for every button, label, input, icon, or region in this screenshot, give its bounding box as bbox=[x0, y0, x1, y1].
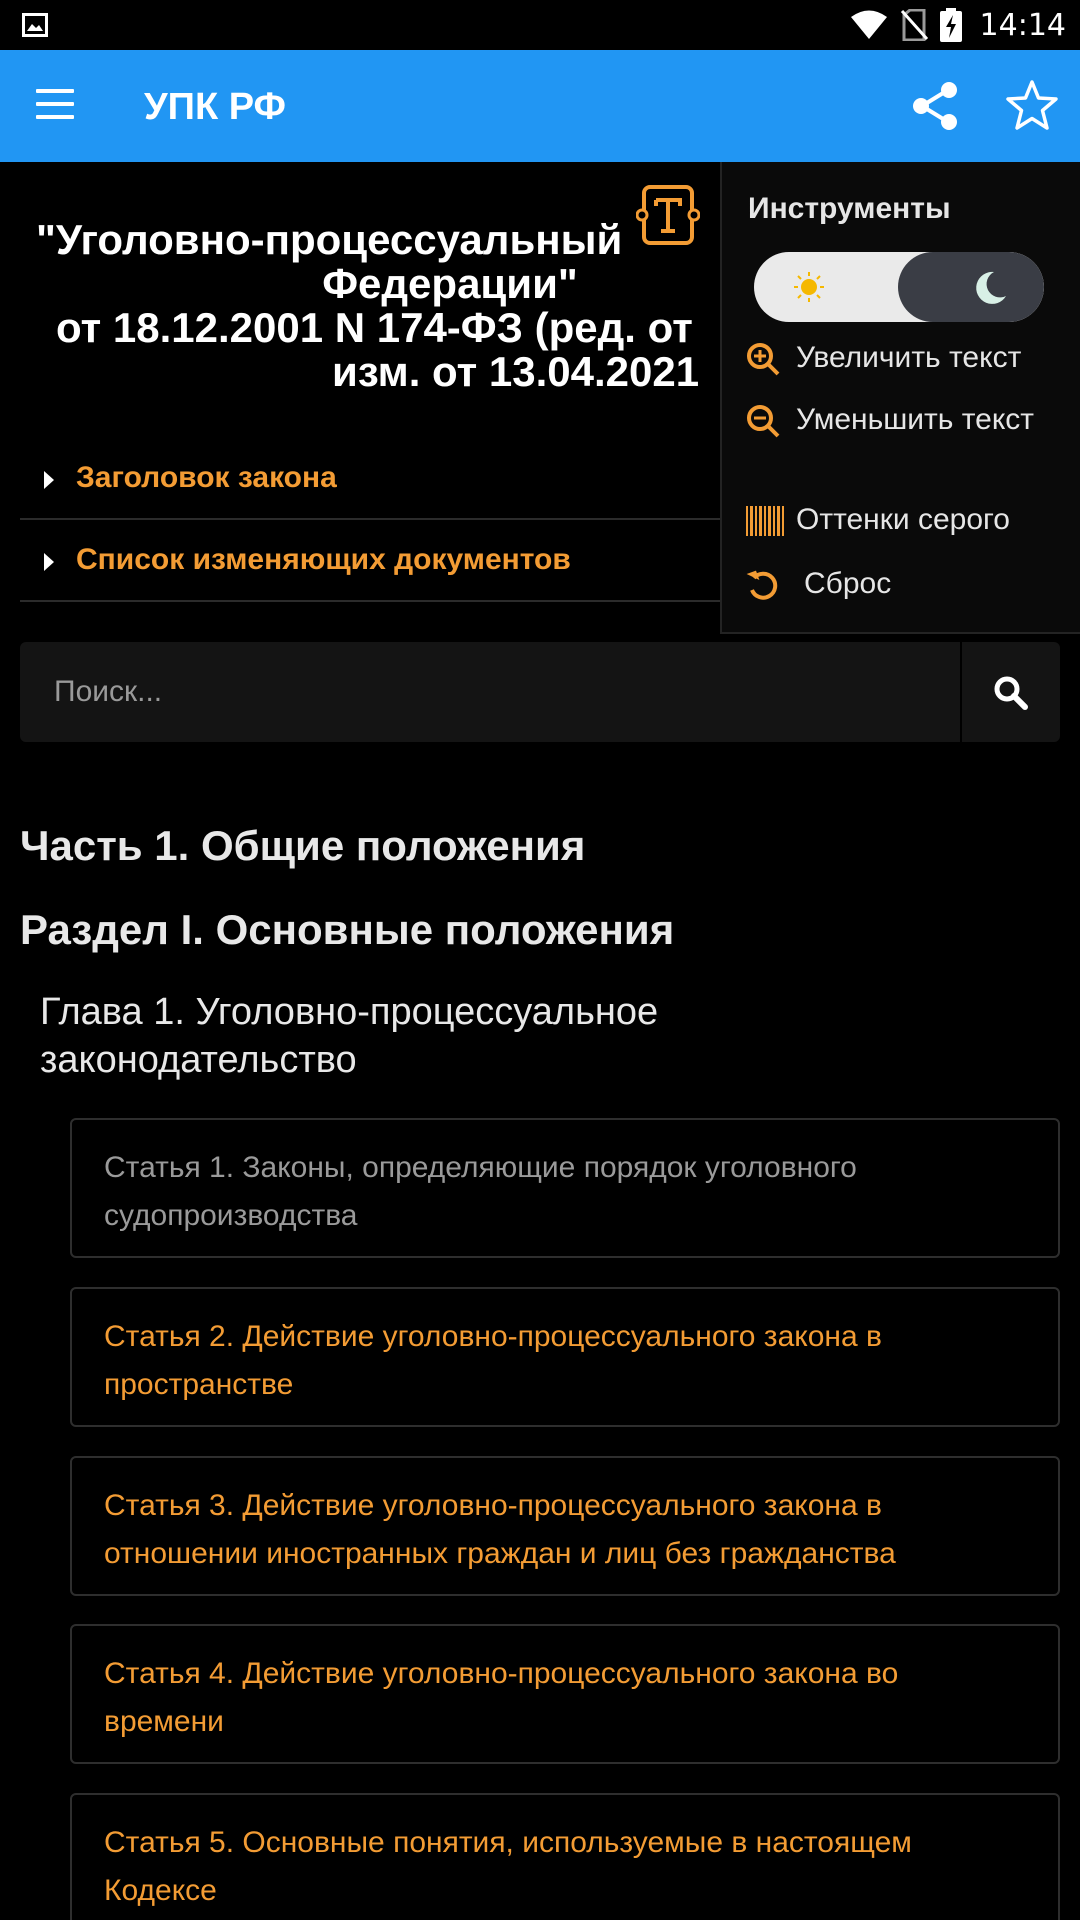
search-input[interactable] bbox=[20, 642, 960, 742]
article-link[interactable]: Статья 1. Законы, определяющие порядок у… bbox=[70, 1118, 1060, 1258]
document-title-line: изм. от 13.04.2021 bbox=[332, 348, 700, 395]
document-title-line: от 18.12.2001 N 174-ФЗ (ред. от bbox=[56, 304, 693, 351]
tool-label: Увеличить текст bbox=[796, 341, 1022, 374]
zoom-in-icon bbox=[747, 343, 780, 376]
zoom-out-icon bbox=[747, 405, 780, 438]
expand-arrow-icon bbox=[44, 471, 54, 489]
part-heading: Часть 1. Общие положения bbox=[20, 822, 586, 869]
expand-arrow-icon bbox=[44, 553, 54, 571]
reset-icon bbox=[746, 570, 778, 600]
no-sim-icon bbox=[900, 9, 928, 41]
tools-title: Инструменты bbox=[748, 192, 951, 225]
tool-label: Уменьшить текст bbox=[796, 403, 1035, 436]
document-title-line: "Уголовно-процессуальный bbox=[36, 216, 623, 263]
share-icon[interactable] bbox=[910, 80, 962, 132]
accordion-label: Заголовок закона bbox=[76, 461, 337, 494]
menu-icon[interactable] bbox=[36, 89, 76, 121]
search-icon bbox=[994, 676, 1028, 710]
accordion-label: Список изменяющих документов bbox=[76, 543, 571, 576]
article-title: Статья 5. Основные понятия, используемые… bbox=[104, 1826, 912, 1907]
clock: 14:14 bbox=[979, 7, 1066, 43]
gallery-icon bbox=[22, 13, 48, 37]
article-link[interactable]: Статья 5. Основные понятия, используемые… bbox=[70, 1793, 1060, 1920]
tools-popup: Инструменты Увеличить текст Уменьшить те… bbox=[720, 162, 1080, 634]
accordion-law-header[interactable]: Заголовок закона bbox=[20, 438, 720, 520]
grayscale-icon bbox=[746, 506, 784, 536]
article-link[interactable]: Статья 3. Действие уголовно-процессуальн… bbox=[70, 1456, 1060, 1596]
status-bar: 14:14 bbox=[0, 0, 1080, 50]
tool-label: Оттенки серого bbox=[796, 503, 1010, 536]
theme-toggle[interactable] bbox=[754, 252, 1044, 322]
reset-button[interactable]: Сброс bbox=[746, 566, 891, 602]
article-link[interactable]: Статья 4. Действие уголовно-процессуальн… bbox=[70, 1624, 1060, 1764]
article-title: Статья 2. Действие уголовно-процессуальн… bbox=[104, 1320, 882, 1401]
status-icons: 14:14 bbox=[850, 0, 1066, 50]
document-title-line: Федерации" bbox=[322, 260, 578, 307]
article-title: Статья 1. Законы, определяющие порядок у… bbox=[104, 1151, 857, 1232]
decrease-text-button[interactable]: Уменьшить текст bbox=[746, 402, 1046, 438]
star-icon[interactable] bbox=[1004, 78, 1060, 134]
article-link[interactable]: Статья 2. Действие уголовно-процессуальн… bbox=[70, 1287, 1060, 1427]
grayscale-button[interactable]: Оттенки серого bbox=[746, 502, 1010, 538]
moon-icon bbox=[976, 271, 1006, 304]
app-title: УПК РФ bbox=[144, 86, 286, 128]
search-bar bbox=[20, 642, 960, 742]
chapter-heading[interactable]: Глава 1. Уголовно-процессуальное законод… bbox=[40, 988, 940, 1084]
section-heading: Раздел I. Основные положения bbox=[20, 906, 675, 953]
article-title: Статья 4. Действие уголовно-процессуальн… bbox=[104, 1657, 899, 1738]
battery-charging-icon bbox=[939, 8, 962, 42]
sun-icon bbox=[794, 272, 824, 302]
text-tools-icon[interactable] bbox=[636, 184, 700, 246]
wifi-icon bbox=[850, 10, 887, 39]
article-title: Статья 3. Действие уголовно-процессуальн… bbox=[104, 1489, 896, 1570]
search-button[interactable] bbox=[962, 642, 1060, 742]
accordion-amending-documents[interactable]: Список изменяющих документов bbox=[20, 520, 720, 602]
document-title: "Уголовно-процессуальный Федерации" от 1… bbox=[20, 218, 720, 394]
app-bar: УПК РФ bbox=[0, 50, 1080, 162]
increase-text-button[interactable]: Увеличить текст bbox=[746, 340, 1021, 376]
